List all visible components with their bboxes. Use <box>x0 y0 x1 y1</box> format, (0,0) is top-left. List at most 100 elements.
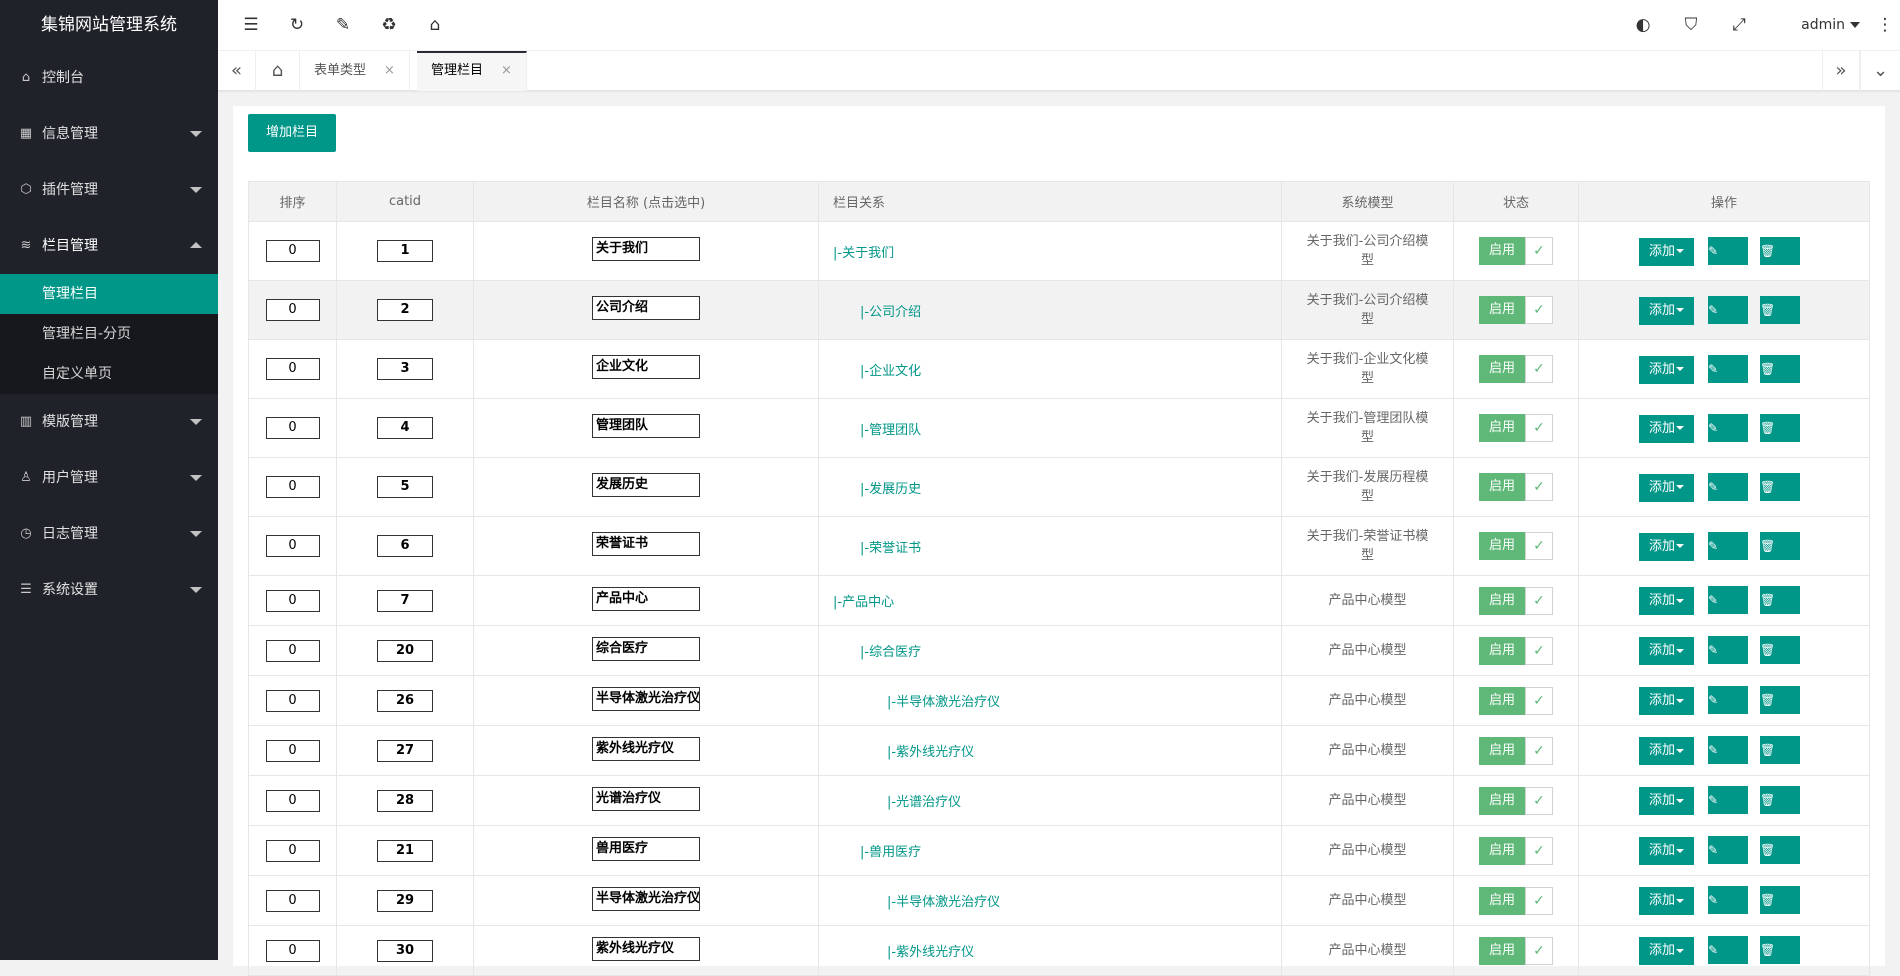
relation-link[interactable]: |-发展历史 <box>860 482 921 497</box>
catid-input[interactable]: 7 <box>377 589 433 612</box>
delete-icon[interactable]: 🗑 <box>1760 586 1801 614</box>
add-child-button[interactable]: 添加 <box>1639 937 1695 965</box>
delete-icon[interactable]: 🗑 <box>1760 236 1801 265</box>
sort-input[interactable]: 0 <box>265 839 320 862</box>
column-name-input[interactable]: 兽用医疗 <box>592 836 700 861</box>
column-name-input[interactable]: 光谱治疗仪 <box>592 786 700 811</box>
add-child-button[interactable]: 添加 <box>1639 473 1695 502</box>
status-toggle[interactable]: 启用 ✓ <box>1479 736 1553 765</box>
edit-icon[interactable]: ✎ <box>1708 354 1749 383</box>
sidebar-item-dashboard[interactable]: ⌂ 控制台 <box>0 50 218 106</box>
relation-link[interactable]: |-荣誉证书 <box>860 541 921 556</box>
catid-input[interactable]: 29 <box>377 889 433 912</box>
catid-input[interactable]: 27 <box>377 739 433 762</box>
add-child-button[interactable]: 添加 <box>1639 787 1695 815</box>
table-row[interactable]: 0 7 产品中心 |-产品中心 产品中心模型 启用 ✓ 添加 ✎ 🗑 <box>248 575 1870 626</box>
add-child-button[interactable]: 添加 <box>1639 296 1695 325</box>
add-child-button[interactable]: 添加 <box>1639 355 1695 384</box>
sort-input[interactable]: 0 <box>265 589 320 612</box>
catid-input[interactable]: 6 <box>377 535 433 557</box>
relation-link[interactable]: |-公司介绍 <box>860 305 921 320</box>
table-row[interactable]: 0 21 兽用医疗 |-兽用医疗 产品中心模型 启用 ✓ 添加 ✎ 🗑 <box>248 825 1870 876</box>
column-name-input[interactable]: 半导体激光治疗仪 <box>592 886 700 911</box>
table-row[interactable]: 0 20 综合医疗 |-综合医疗 产品中心模型 启用 ✓ 添加 ✎ 🗑 <box>248 625 1870 676</box>
delete-icon[interactable]: 🗑 <box>1760 836 1801 864</box>
status-toggle[interactable]: 启用 ✓ <box>1479 586 1553 615</box>
column-name-input[interactable]: 关于我们 <box>592 237 700 261</box>
refresh-icon[interactable]: ↻ <box>274 0 320 50</box>
relation-link[interactable]: |-紫外线光疗仪 <box>887 745 974 760</box>
table-row[interactable]: 0 30 紫外线光疗仪 |-紫外线光疗仪 产品中心模型 启用 ✓ 添加 ✎ 🗑 <box>248 925 1870 976</box>
clear-cache-icon[interactable]: ✎ <box>320 0 366 50</box>
column-name-input[interactable]: 半导体激光治疗仪 <box>592 686 700 711</box>
relation-link[interactable]: |-兽用医疗 <box>860 845 921 860</box>
catid-input[interactable]: 3 <box>377 358 433 380</box>
relation-link[interactable]: |-管理团队 <box>860 423 921 438</box>
sidebar-subitem-custom-page[interactable]: 自定义单页 <box>0 354 218 394</box>
catid-input[interactable]: 5 <box>377 476 433 498</box>
column-name-input[interactable]: 企业文化 <box>592 355 700 379</box>
column-name-input[interactable]: 紫外线光疗仪 <box>592 936 700 961</box>
status-toggle[interactable]: 启用 ✓ <box>1479 936 1553 965</box>
catid-input[interactable]: 1 <box>377 240 433 262</box>
delete-icon[interactable]: 🗑 <box>1760 636 1801 664</box>
delete-icon[interactable]: 🗑 <box>1760 886 1801 914</box>
edit-icon[interactable]: ✎ <box>1708 472 1749 501</box>
catid-input[interactable]: 28 <box>377 789 433 812</box>
edit-icon[interactable]: ✎ <box>1708 836 1749 864</box>
status-toggle[interactable]: 启用 ✓ <box>1479 532 1553 560</box>
sort-input[interactable]: 0 <box>265 789 320 812</box>
status-toggle[interactable]: 启用 ✓ <box>1479 355 1553 383</box>
edit-icon[interactable]: ✎ <box>1708 236 1749 265</box>
edit-icon[interactable]: ✎ <box>1708 786 1749 814</box>
table-row[interactable]: 0 29 半导体激光治疗仪 |-半导体激光治疗仪 产品中心模型 启用 ✓ 添加 ✎ 🗑 <box>248 875 1870 926</box>
delete-icon[interactable]: 🗑 <box>1760 686 1801 714</box>
table-row[interactable]: 0 6 荣誉证书 |-荣誉证书 关于我们-荣誉证书模型 启用 ✓ 添加 ✎ 🗑 <box>248 516 1870 576</box>
add-column-button[interactable]: 增加栏目 <box>248 114 337 152</box>
sort-input[interactable]: 0 <box>265 939 320 962</box>
edit-icon[interactable]: ✎ <box>1708 531 1749 560</box>
add-child-button[interactable]: 添加 <box>1639 587 1695 615</box>
catid-input[interactable]: 2 <box>377 299 433 321</box>
table-row[interactable]: 0 2 公司介绍 |-公司介绍 关于我们-公司介绍模型 启用 ✓ 添加 ✎ 🗑 <box>248 280 1870 340</box>
delete-icon[interactable]: 🗑 <box>1760 295 1801 324</box>
fullscreen-icon[interactable]: ⤢ <box>1716 0 1762 50</box>
home-icon[interactable]: ⌂ <box>412 0 458 50</box>
menu-toggle-icon[interactable]: ☰ <box>228 0 274 50</box>
status-toggle[interactable]: 启用 ✓ <box>1479 686 1553 715</box>
status-toggle[interactable]: 启用 ✓ <box>1479 636 1553 665</box>
status-toggle[interactable]: 启用 ✓ <box>1479 786 1553 815</box>
table-row[interactable]: 0 3 企业文化 |-企业文化 关于我们-企业文化模型 启用 ✓ 添加 ✎ 🗑 <box>248 339 1870 399</box>
sort-input[interactable]: 0 <box>265 358 320 380</box>
sidebar-item-plugins[interactable]: ⬡ 插件管理 <box>0 162 218 218</box>
catid-input[interactable]: 30 <box>377 939 433 962</box>
relation-link[interactable]: |-产品中心 <box>833 595 894 610</box>
add-child-button[interactable]: 添加 <box>1639 837 1695 865</box>
close-icon[interactable]: × <box>384 63 395 78</box>
table-row[interactable]: 0 4 管理团队 |-管理团队 关于我们-管理团队模型 启用 ✓ 添加 ✎ 🗑 <box>248 398 1870 458</box>
add-child-button[interactable]: 添加 <box>1639 887 1695 915</box>
add-child-button[interactable]: 添加 <box>1639 687 1695 715</box>
add-child-button[interactable]: 添加 <box>1639 414 1695 443</box>
delete-icon[interactable]: 🗑 <box>1760 354 1801 383</box>
relation-link[interactable]: |-半导体激光治疗仪 <box>887 695 1000 710</box>
catid-input[interactable]: 21 <box>377 839 433 862</box>
sort-input[interactable]: 0 <box>265 299 320 321</box>
relation-link[interactable]: |-光谱治疗仪 <box>887 795 961 810</box>
sidebar-subitem-manage-columns[interactable]: 管理栏目 <box>0 274 218 314</box>
column-name-input[interactable]: 紫外线光疗仪 <box>592 736 700 761</box>
relation-link[interactable]: |-紫外线光疗仪 <box>887 945 974 960</box>
sort-input[interactable]: 0 <box>265 739 320 762</box>
sort-input[interactable]: 0 <box>265 476 320 498</box>
column-name-input[interactable]: 管理团队 <box>592 414 700 438</box>
sort-input[interactable]: 0 <box>265 639 320 662</box>
add-child-button[interactable]: 添加 <box>1639 237 1695 266</box>
status-toggle[interactable]: 启用 ✓ <box>1479 473 1553 501</box>
edit-icon[interactable]: ✎ <box>1708 586 1749 614</box>
edit-icon[interactable]: ✎ <box>1708 636 1749 664</box>
column-name-input[interactable]: 公司介绍 <box>592 296 700 320</box>
tab-form-types[interactable]: 表单类型 × <box>300 51 410 91</box>
catid-input[interactable]: 20 <box>377 639 433 662</box>
sidebar-item-columns[interactable]: ≋ 栏目管理 <box>0 218 218 274</box>
delete-icon[interactable]: 🗑 <box>1760 786 1801 814</box>
